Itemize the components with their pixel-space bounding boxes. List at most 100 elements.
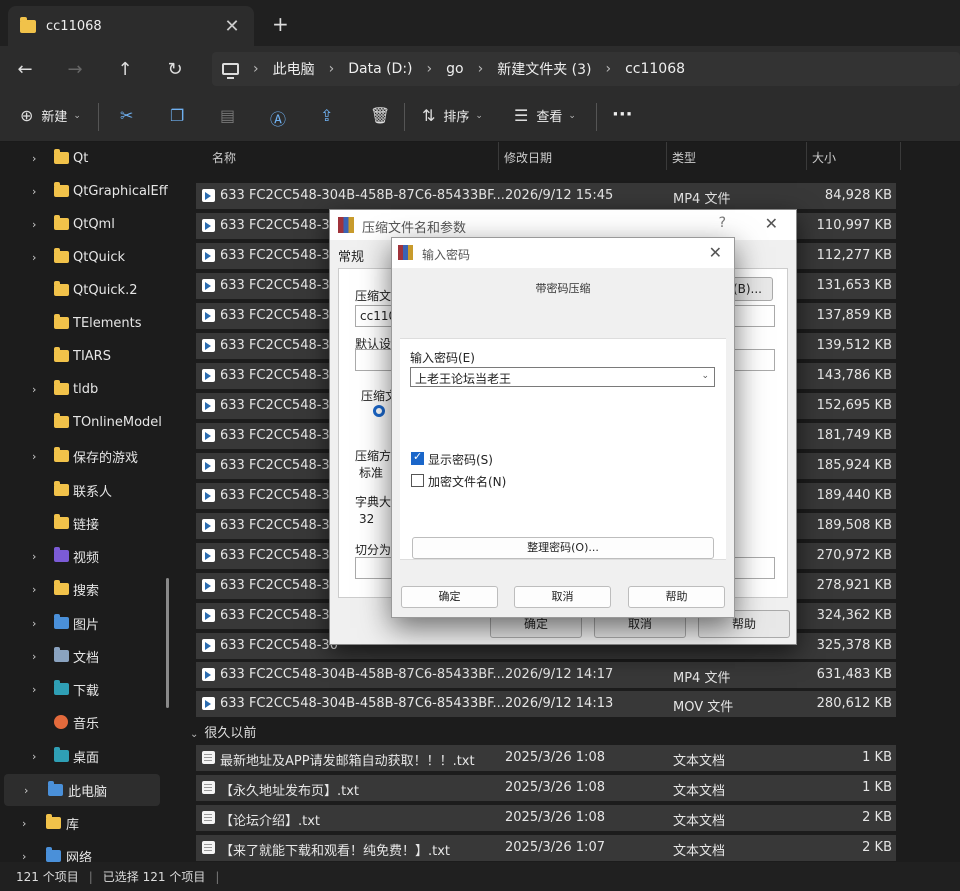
table-row[interactable]: 【来了就能下载和观看！纯免费！】.txt 2025/3/26 1:07 文本文档 2 … [196,835,896,861]
breadcrumb-this-pc[interactable]: 此电脑 [273,59,315,79]
forward-icon[interactable]: → [50,59,100,80]
sidebar-item-qt[interactable]: › Qt [0,142,178,174]
sidebar-item-telements[interactable]: TElements [0,307,178,339]
column-divider[interactable] [806,142,807,170]
chevron-right-icon[interactable]: › [22,850,26,863]
file-size: 1 KB [862,750,892,765]
sidebar-item-label: 文档 [73,650,100,666]
table-row[interactable]: 最新地址及APP请发邮箱自动获取！！！.txt 2025/3/26 1:08 文本文… [196,745,896,771]
delete-icon[interactable]: 🗑 [370,106,390,125]
more-options-icon[interactable]: ··· [612,104,633,125]
table-row[interactable]: 633 FC2CC548-304B-458B-87C6-85433BF... 20… [196,691,896,717]
close-icon[interactable]: ✕ [709,243,722,262]
sidebar-item-music[interactable]: 音乐 [0,706,178,738]
file-name: 633 FC2CC548-30 [220,368,338,383]
column-divider[interactable] [498,142,499,170]
help-button[interactable]: 帮助 [628,586,725,608]
chevron-right-icon[interactable]: › [32,383,36,396]
new-tab-icon[interactable]: + [272,12,289,36]
file-size: 137,859 KB [816,308,892,323]
tab-general[interactable]: 常规 [338,246,364,265]
sidebar-item-tonlinemodel[interactable]: TOnlineModel [0,406,178,438]
chevron-right-icon[interactable]: › [32,185,36,198]
column-header-type[interactable]: 类型 [672,149,696,166]
table-row[interactable]: 【论坛介绍】.txt 2025/3/26 1:08 文本文档 2 KB [196,805,896,831]
close-tab-icon[interactable]: ✕ [222,16,242,37]
view-button[interactable]: ☰ 查看 ⌄ [514,106,576,125]
paste-icon[interactable]: ▤ [220,106,235,125]
sidebar-item-searches[interactable]: › 搜索 [0,573,178,605]
copy-icon[interactable]: ❐ [170,106,184,125]
sidebar-item-qtgraphicaleff[interactable]: › QtGraphicalEff [0,175,178,207]
tab-cc11068[interactable]: cc11068 ✕ [8,6,254,46]
sidebar-item-pictures[interactable]: › 图片 [0,607,178,639]
sort-button[interactable]: ⇅ 排序 ⌄ [422,106,483,125]
up-icon[interactable]: ↑ [100,59,150,80]
sidebar-item-qtquick2[interactable]: QtQuick.2 [0,274,178,306]
cut-icon[interactable]: ✂ [120,106,133,125]
breadcrumb-go[interactable]: go [446,61,463,77]
chevron-down-icon[interactable]: ⌄ [701,371,709,381]
sidebar-item-this-pc[interactable]: › 此电脑 [4,774,160,806]
chevron-right-icon[interactable]: › [32,750,36,763]
file-name: 633 FC2CC548-30 [220,608,338,623]
chevron-right-icon[interactable]: › [32,583,36,596]
sidebar-item-tldb[interactable]: › tldb [0,373,178,405]
ok-button[interactable]: 确定 [401,586,498,608]
sidebar-item-contacts[interactable]: 联系人 [0,474,178,506]
sidebar-item-documents[interactable]: › 文档 [0,640,178,672]
chevron-right-icon[interactable]: › [32,450,36,463]
column-header-name[interactable]: 名称 [212,149,236,166]
chevron-right-icon[interactable]: › [22,817,26,830]
address-bar[interactable]: › 此电脑 › Data (D:) › go › 新建文件夹 (3) › cc1… [212,52,960,86]
sidebar-item-qtquick[interactable]: › QtQuick [0,241,178,273]
sidebar-item-links[interactable]: 链接 [0,507,178,539]
column-header-size[interactable]: 大小 [812,149,836,166]
table-row[interactable]: 【永久地址发布页】.txt 2025/3/26 1:08 文本文档 1 KB [196,775,896,801]
method-select[interactable]: 标准 [355,461,395,483]
cancel-button[interactable]: 取消 [514,586,611,608]
sidebar-scrollbar[interactable] [166,578,169,708]
video-file-icon [202,309,215,322]
chevron-right-icon[interactable]: › [24,784,28,797]
refresh-icon[interactable]: ↻ [150,59,200,80]
back-icon[interactable]: ← [0,59,50,80]
chevron-right-icon[interactable]: › [32,218,36,231]
sidebar-item-label: QtQml [73,216,115,232]
organize-passwords-button[interactable]: 整理密码(O)... [412,537,714,559]
dictionary-select[interactable]: 32 [355,509,395,531]
breadcrumb-new-folder-3[interactable]: 新建文件夹 (3) [497,59,591,79]
group-header[interactable]: ⌄ 很久以前 [190,722,256,741]
chevron-right-icon[interactable]: › [32,152,36,165]
chevron-right-icon[interactable]: › [32,650,36,663]
column-divider[interactable] [900,142,901,170]
rename-icon[interactable]: Ⓐ [270,106,286,130]
sidebar-item-label: TIARS [73,348,111,364]
sidebar-item-tiars[interactable]: TIARS [0,340,178,372]
column-header-date[interactable]: 修改日期 [504,149,552,166]
chevron-right-icon[interactable]: › [32,550,36,563]
sidebar-item-qtqml[interactable]: › QtQml [0,208,178,240]
chevron-right-icon[interactable]: › [32,683,36,696]
file-name: 633 FC2CC548-304B-458B-87C6-85433BF... [220,188,505,203]
sidebar-item-desktop[interactable]: › 桌面 [0,740,178,772]
close-icon[interactable]: ✕ [765,214,778,233]
breadcrumb-data-drive[interactable]: Data (D:) [348,61,412,77]
table-row[interactable]: 633 FC2CC548-304B-458B-87C6-85433BF... 20… [196,662,896,688]
help-icon[interactable]: ? [719,215,726,231]
show-password-checkbox[interactable] [411,450,424,465]
sidebar-item-downloads[interactable]: › 下载 [0,673,178,705]
breadcrumb-cc11068[interactable]: cc11068 [625,61,685,77]
new-button[interactable]: ⊕ 新建 ⌄ [20,106,81,125]
sidebar-item-videos[interactable]: › 视频 [0,540,178,572]
share-icon[interactable]: ⇪ [320,106,333,125]
chevron-right-icon[interactable]: › [32,617,36,630]
sidebar-item-saved-games[interactable]: › 保存的游戏 [0,440,178,472]
chevron-right-icon[interactable]: › [32,251,36,264]
column-divider[interactable] [666,142,667,170]
encrypt-names-checkbox[interactable] [411,474,424,487]
password-input[interactable]: 上老王论坛当老王 ⌄ [410,367,715,387]
format-radio[interactable] [373,405,385,417]
table-row[interactable]: 633 FC2CC548-304B-458B-87C6-85433BF... 20… [196,183,896,209]
sidebar-item-libraries[interactable]: › 库 [0,807,178,839]
